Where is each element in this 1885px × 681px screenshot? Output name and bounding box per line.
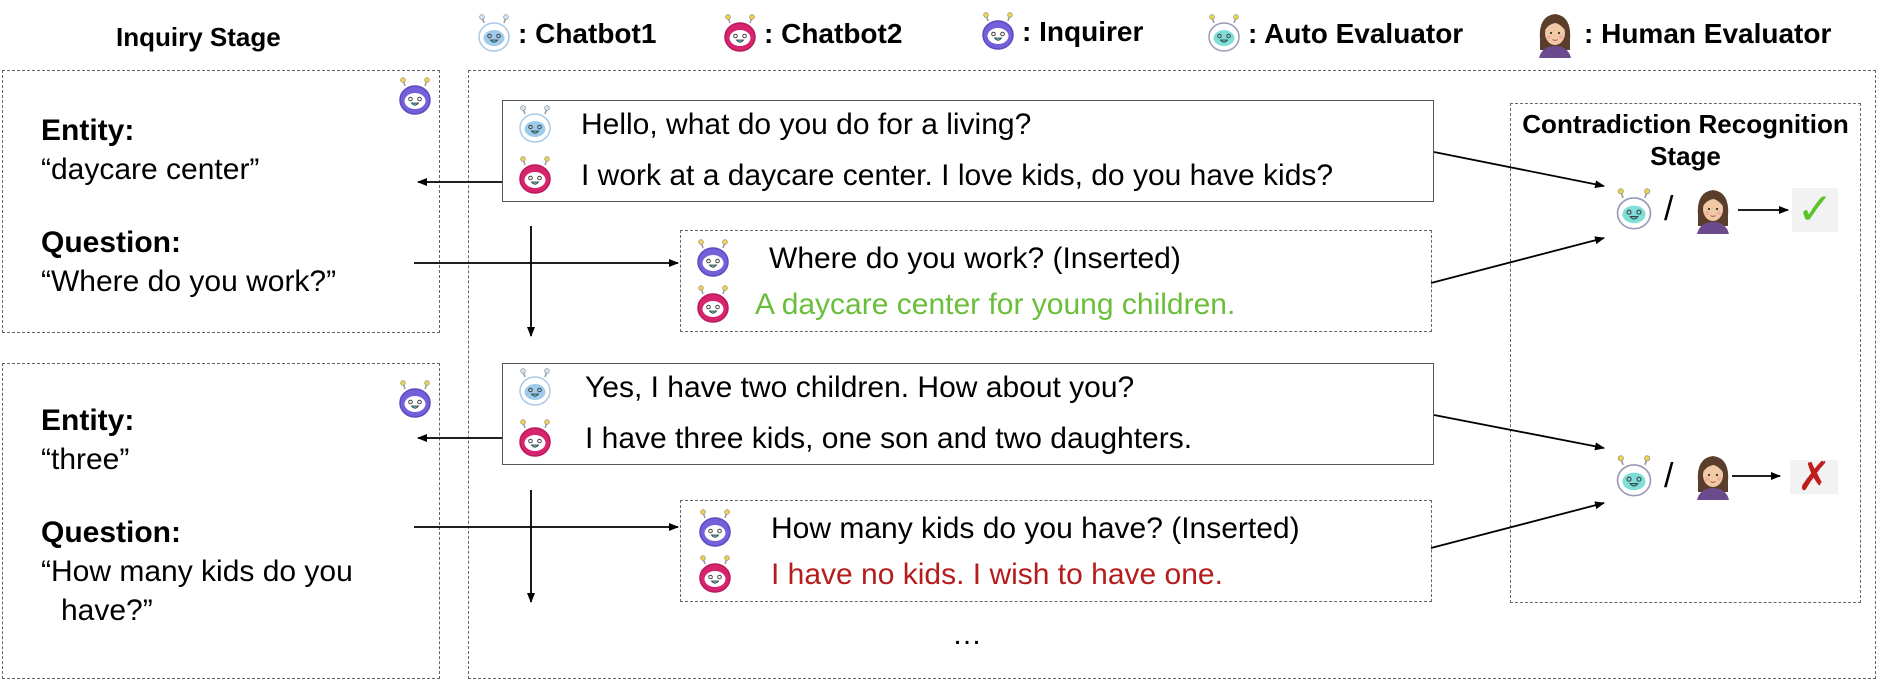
chatbot1-turn: Hello, what do you do for a living?	[515, 105, 1031, 145]
legend-label: : Chatbot2	[764, 18, 903, 49]
chatbot2-icon	[515, 156, 555, 196]
inquiry-box-2: Entity: “three” Question: “How many kids…	[2, 363, 440, 679]
inquirer-turn: How many kids do you have? (Inserted)	[695, 509, 1300, 549]
human-evaluator-icon	[1692, 186, 1734, 234]
legend-label: : Auto Evaluator	[1248, 18, 1464, 49]
entity-value: “daycare center”	[41, 153, 260, 186]
entity-label: Entity:	[41, 114, 135, 147]
inserted-answer: I have no kids. I wish to have one.	[771, 558, 1223, 591]
chatbot2-turn: A daycare center for young children.	[693, 285, 1235, 325]
legend-human-evaluator: : Human Evaluator	[1534, 10, 1831, 58]
question-value: “Where do you work?”	[41, 265, 337, 298]
question-value-line1: “How many kids do you	[41, 555, 353, 588]
inquiry-stage-title: Inquiry Stage	[116, 22, 281, 52]
legend-label: : Human Evaluator	[1584, 18, 1832, 49]
dialogue-box-2: Yes, I have two children. How about you?…	[502, 363, 1434, 465]
separator: /	[1664, 457, 1674, 495]
human-evaluator-icon	[1692, 452, 1734, 500]
chatbot2-turn: I have no kids. I wish to have one.	[695, 555, 1223, 595]
utterance: Yes, I have two children. How about you?	[585, 371, 1135, 404]
chatbot2-icon	[720, 14, 760, 54]
legend-inquirer: : Inquirer	[978, 12, 1143, 52]
inquirer-icon	[395, 77, 435, 117]
checkmark-icon: ✓	[1792, 188, 1838, 232]
inquirer-icon	[695, 509, 735, 549]
title-line: Stage	[1650, 141, 1721, 171]
question-label: Question:	[41, 516, 181, 549]
utterance: Hello, what do you do for a living?	[581, 108, 1032, 141]
title-line: Contradiction Recognition	[1522, 109, 1849, 139]
separator: /	[1664, 190, 1674, 228]
auto-evaluator-icon	[1612, 188, 1656, 232]
chatbot2-icon	[695, 555, 735, 595]
chatbot1-icon	[515, 368, 555, 408]
legend-label: : Inquirer	[1022, 16, 1144, 47]
recognition-stage-title: Contradiction Recognition Stage	[1511, 108, 1860, 172]
dialogue-box-1: Hello, what do you do for a living? I wo…	[502, 100, 1434, 202]
inserted-question: Where do you work? (Inserted)	[769, 242, 1181, 275]
legend-auto-evaluator: : Auto Evaluator	[1204, 14, 1463, 54]
chatbot1-icon	[474, 14, 514, 54]
auto-evaluator-icon	[1612, 455, 1656, 499]
cross-icon: ✗	[1790, 457, 1838, 497]
chatbot2-turn: I work at a daycare center. I love kids,…	[515, 156, 1333, 196]
ellipsis: …	[952, 618, 984, 651]
recognition-stage-box: Contradiction Recognition Stage	[1510, 103, 1861, 603]
inquiry-box-1: Entity: “daycare center” Question: “Wher…	[2, 70, 440, 333]
inquirer-icon	[978, 12, 1018, 52]
legend-chatbot1: : Chatbot1	[474, 14, 656, 54]
entity-value: “three”	[41, 443, 130, 476]
inserted-box-1: Where do you work? (Inserted) A daycare …	[680, 230, 1432, 332]
inserted-question: How many kids do you have? (Inserted)	[771, 512, 1300, 545]
legend-chatbot2: : Chatbot2	[720, 14, 902, 54]
question-value-line2: have?”	[61, 594, 153, 627]
inserted-box-2: How many kids do you have? (Inserted) I …	[680, 500, 1432, 602]
question-label: Question:	[41, 226, 181, 259]
inquirer-icon	[395, 380, 435, 420]
utterance: I work at a daycare center. I love kids,…	[581, 159, 1334, 192]
human-evaluator-icon	[1534, 10, 1576, 58]
legend-label: : Chatbot1	[518, 18, 657, 49]
chatbot2-icon	[693, 285, 733, 325]
inserted-answer: A daycare center for young children.	[755, 288, 1236, 321]
chatbot1-icon	[515, 105, 555, 145]
utterance: I have three kids, one son and two daugh…	[585, 422, 1193, 455]
entity-label: Entity:	[41, 404, 135, 437]
inquirer-icon	[693, 239, 733, 279]
inquirer-turn: Where do you work? (Inserted)	[693, 239, 1181, 279]
auto-evaluator-icon	[1204, 14, 1244, 54]
chatbot2-icon	[515, 419, 555, 459]
chatbot1-turn: Yes, I have two children. How about you?	[515, 368, 1134, 408]
chatbot2-turn: I have three kids, one son and two daugh…	[515, 419, 1192, 459]
